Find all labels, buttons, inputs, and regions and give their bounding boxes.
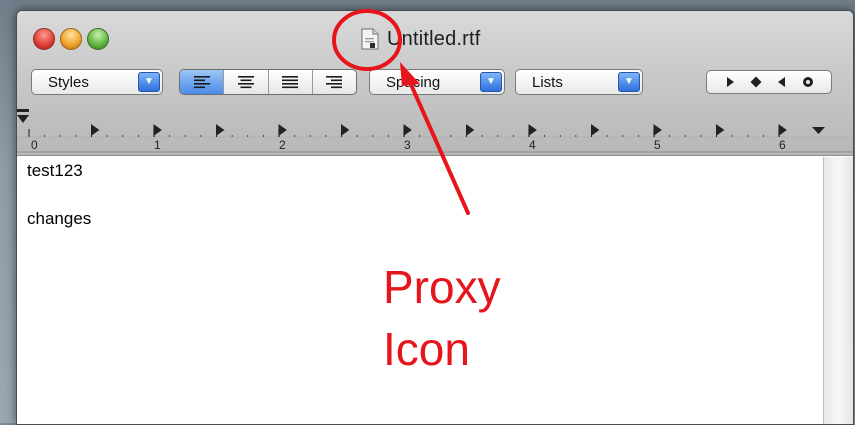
align-center-button[interactable]: [223, 70, 267, 94]
tab-stop-icon[interactable]: [341, 124, 350, 137]
lists-popup[interactable]: Lists ▼: [515, 69, 643, 95]
align-center-icon: [237, 76, 254, 89]
align-right-button[interactable]: [311, 70, 356, 94]
vertical-scrollbar[interactable]: [823, 157, 853, 424]
lists-label: Lists: [532, 74, 563, 91]
ruler-numbers: 0 1 2 3 4 5 6: [31, 138, 786, 152]
zoom-button[interactable]: [87, 28, 109, 50]
spacing-label: Spacing: [386, 74, 441, 91]
tab-stop-icon[interactable]: [716, 124, 725, 137]
styles-popup[interactable]: Styles ▼: [31, 69, 163, 95]
play-right-icon[interactable]: [724, 76, 736, 88]
chevron-down-icon: ▼: [480, 72, 502, 92]
chevron-down-icon: ▼: [138, 72, 160, 92]
justify-icon: [282, 76, 299, 89]
ruler-number-1: 1: [154, 138, 161, 152]
align-left-icon: [193, 76, 210, 89]
tab-stop-icon[interactable]: [278, 124, 287, 137]
window-chrome: Untitled.rtf Styles ▼ Spacing ▼ Lists ▼ …: [17, 11, 853, 156]
format-toolbar: Styles ▼ Spacing ▼ Lists ▼: [17, 69, 853, 97]
tab-stop-icon[interactable]: [403, 124, 412, 137]
styles-label: Styles: [48, 74, 89, 91]
tab-markers-control: [706, 70, 832, 94]
window-title: Untitled.rtf: [387, 27, 481, 50]
document-proxy-icon[interactable]: [361, 28, 379, 50]
ruler[interactable]: 0 1 2 3 4 5 6: [17, 107, 853, 153]
tab-stop-icon[interactable]: [653, 124, 662, 137]
circle-x-icon[interactable]: [802, 76, 814, 88]
justify-button[interactable]: [267, 70, 312, 94]
document-line: changes: [27, 209, 92, 228]
tab-stop-icon[interactable]: [591, 124, 600, 137]
alignment-segmented-control: [179, 69, 357, 95]
align-right-icon: [326, 76, 343, 89]
annotation-icon: Icon: [383, 323, 470, 375]
right-margin-marker-icon[interactable]: [812, 127, 825, 134]
tab-stop-icon[interactable]: [153, 124, 162, 137]
minimize-button[interactable]: [60, 28, 82, 50]
play-left-icon[interactable]: [776, 76, 788, 88]
ruler-number-6: 6: [779, 138, 786, 152]
ruler-number-3: 3: [404, 138, 411, 152]
document-line: test123: [27, 161, 83, 180]
align-left-button[interactable]: [180, 70, 224, 94]
chevron-down-icon: ▼: [618, 72, 640, 92]
tab-stop-icon[interactable]: [216, 124, 225, 137]
tab-stop-icon[interactable]: [778, 124, 787, 137]
tab-stop-icon[interactable]: [528, 124, 537, 137]
close-button[interactable]: [33, 28, 55, 50]
tab-stop-icon[interactable]: [466, 124, 475, 137]
indent-marker-icon[interactable]: [17, 115, 29, 123]
ruler-number-5: 5: [654, 138, 661, 152]
ruler-number-0: 0: [31, 138, 38, 152]
diamond-icon[interactable]: [750, 76, 762, 88]
ruler-number-2: 2: [279, 138, 286, 152]
tab-stop-icon[interactable]: [91, 124, 100, 137]
annotation-proxy: Proxy: [383, 261, 501, 313]
ruler-tab-stops: [91, 124, 787, 137]
window-title-bar: Untitled.rtf: [361, 25, 481, 53]
spacing-popup[interactable]: Spacing ▼: [369, 69, 505, 95]
ruler-number-4: 4: [529, 138, 536, 152]
first-line-indent-icon[interactable]: [17, 109, 29, 112]
